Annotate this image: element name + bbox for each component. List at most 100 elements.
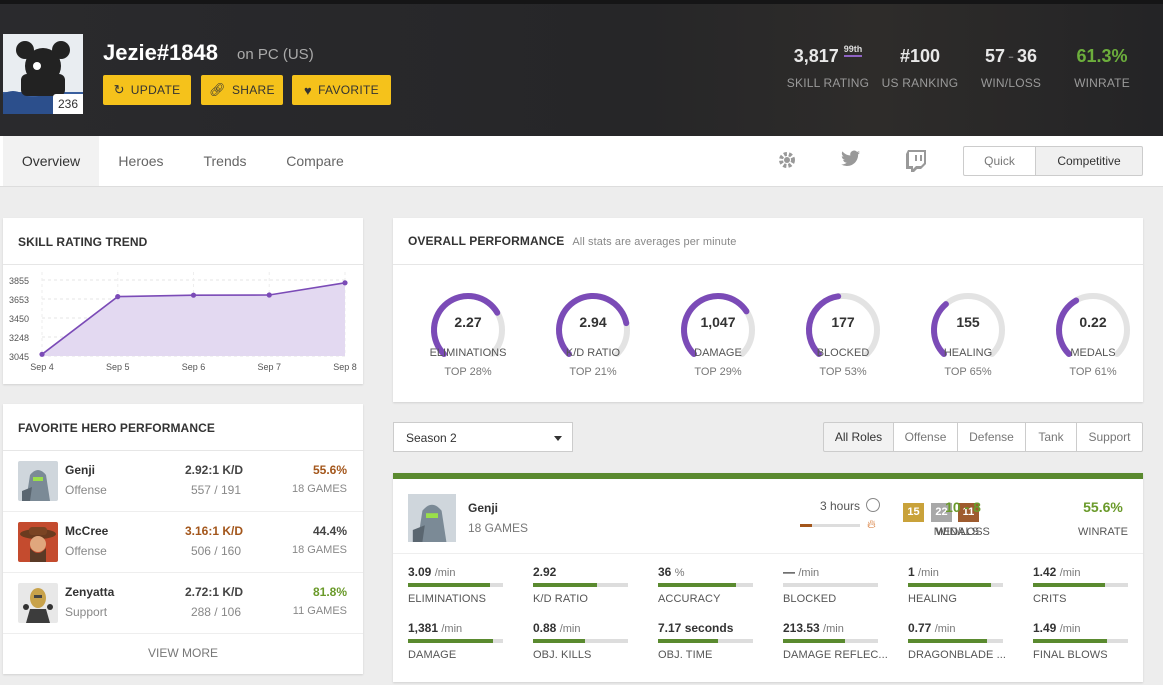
hero-detail-card: Genji 18 GAMES 3 hours 🔥︎ 15 22 11 MEDAL…: [393, 473, 1143, 682]
hero-kd: 2.72:1 K/D: [184, 585, 243, 599]
favorite-button[interactable]: ♥ FAVORITE: [292, 75, 391, 105]
gauge-rank: TOP 28%: [444, 366, 492, 378]
tab-trends[interactable]: Trends: [190, 136, 260, 186]
x-tick-label: Sep 6: [182, 362, 206, 372]
hero-name: Zenyatta: [65, 585, 115, 599]
stat-bar: [658, 639, 753, 643]
gear-icon[interactable]: [777, 150, 797, 175]
stat-value: 1.49: [1033, 621, 1057, 635]
stat-unit: /min: [1059, 623, 1081, 635]
skill-rating-chart: 3855 3653 3450 3248 3045Sep 4 Sep 5 Sep 6 Sep 7…: [9, 272, 357, 372]
card-title: OVERALL PERFORMANCE All stats are average…: [408, 234, 737, 248]
gauge-value: 0.22: [1079, 314, 1107, 330]
stat-label: OBJ. KILLS: [533, 649, 592, 661]
heart-icon: ♥: [304, 82, 313, 98]
stat-value: 1,381: [408, 621, 439, 635]
season-select[interactable]: Season 2: [393, 422, 573, 452]
winrate-stat: 61.3% WINRATE: [1074, 46, 1130, 90]
stat-unit: /min: [559, 623, 581, 635]
role-filter-all[interactable]: All Roles: [823, 422, 894, 452]
stat-bar: [533, 639, 628, 643]
stat-label: HEALING: [908, 593, 957, 605]
hero-portrait-mccree: [18, 522, 58, 562]
winloss-label: WIN/LOSS: [936, 526, 990, 538]
stat-label: K/D RATIO: [533, 593, 589, 605]
stat-accuracy: 36 % ACCURACY: [658, 565, 778, 605]
hero-portrait-genji: [408, 494, 456, 542]
stat-value: —: [783, 565, 795, 579]
stat-unit: /min: [934, 623, 956, 635]
hero-name: McCree: [65, 524, 109, 538]
role-filter-support[interactable]: Support: [1076, 422, 1143, 452]
data-point: [190, 292, 197, 298]
stat-value: 0.88: [533, 621, 557, 635]
y-tick-label: 3248: [9, 333, 29, 343]
gauge-rank: TOP 53%: [819, 366, 867, 378]
stat-obj-time: 7.17 seconds OBJ. TIME: [658, 621, 778, 661]
hero-role: Offense: [65, 483, 107, 497]
hero-kd-raw: 557 / 191: [190, 483, 241, 497]
card-subtitle: All stats are averages per minute: [572, 236, 737, 248]
tab-overview[interactable]: Overview: [3, 136, 99, 186]
list-item[interactable]: Zenyatta Support 2.72:1 K/D 288 / 106 81…: [3, 573, 363, 634]
data-point: [39, 351, 45, 357]
winrate-label: WINRATE: [1078, 526, 1128, 538]
skill-rating-stat: 3,817 99th SKILL RATING: [786, 44, 870, 90]
hero-games: 18 GAMES: [291, 483, 347, 495]
view-more-button[interactable]: VIEW MORE: [3, 646, 363, 660]
data-point: [266, 292, 272, 298]
stat-unit: /min: [798, 567, 820, 579]
share-button[interactable]: 🔗︎ SHARE: [201, 75, 283, 105]
player-avatar: 236: [3, 34, 83, 114]
hero-kd-raw: 506 / 160: [190, 544, 241, 558]
stat-value: 2.92: [533, 565, 557, 579]
stat-bar: [658, 583, 753, 587]
mode-quick[interactable]: Quick: [963, 146, 1036, 176]
stat-bar: [408, 583, 503, 587]
gauge-label: DAMAGE: [694, 347, 742, 359]
stat-bar: [1033, 639, 1128, 643]
profile-header: 236 Jezie#1848 on PC (US) ↻ UPDATE 🔗︎ SH…: [0, 0, 1163, 136]
gauge-value: 1,047: [700, 314, 736, 330]
medal-gold: 15: [903, 503, 924, 522]
twitch-icon[interactable]: [906, 150, 926, 177]
stat-damage-reflec: 213.53 /min DAMAGE REFLEC...: [783, 621, 903, 661]
stat-label: ACCURACY: [658, 593, 721, 605]
stat-bar: [783, 639, 878, 643]
y-tick-label: 3653: [9, 295, 29, 305]
tab-heroes[interactable]: Heroes: [103, 136, 179, 186]
update-button[interactable]: ↻ UPDATE: [103, 75, 191, 105]
stat-label: DRAGONBLADE ...: [908, 649, 1007, 661]
hero-role: Offense: [65, 544, 107, 558]
tab-compare[interactable]: Compare: [275, 136, 355, 186]
hero-portrait-zenyatta: [18, 583, 58, 623]
mode-competitive[interactable]: Competitive: [1035, 146, 1143, 176]
stat-value: 7.17 seconds: [658, 621, 734, 635]
role-filter-tank[interactable]: Tank: [1025, 422, 1077, 452]
stat-damage: 1,381 /min DAMAGE: [408, 621, 528, 661]
player-platform: on PC (US): [237, 46, 314, 63]
y-tick-label: 3855: [9, 276, 29, 286]
hero-portrait-genji: [18, 461, 58, 501]
hero-kd: 2.92:1 K/D: [184, 463, 243, 477]
player-name: Jezie#1848: [103, 40, 218, 65]
stat-label: DAMAGE: [408, 649, 457, 661]
hero-winrate: 81.8%: [312, 585, 347, 599]
gauge-rank: TOP 65%: [944, 366, 992, 378]
gauge-label: MEDALS: [1070, 347, 1116, 359]
list-item[interactable]: Genji Offense 2.92:1 K/D 557 / 191 55.6%…: [3, 451, 363, 512]
gauge-label: BLOCKED: [816, 347, 870, 359]
data-point: [115, 294, 121, 300]
gauge-rank: TOP 21%: [569, 366, 617, 378]
role-filter-defense[interactable]: Defense: [957, 422, 1026, 452]
stat-unit: /min: [1059, 567, 1081, 579]
hero-kd-raw: 288 / 106: [190, 605, 241, 619]
hero-kd: 3.16:1 K/D: [184, 524, 243, 538]
list-item[interactable]: McCree Offense 3.16:1 K/D 506 / 160 44.4…: [3, 512, 363, 573]
stat-label: ELIMINATIONS: [408, 593, 487, 605]
role-filter-offense[interactable]: Offense: [893, 422, 958, 452]
twitter-icon[interactable]: [841, 150, 861, 173]
hero-role: Support: [65, 605, 108, 619]
stat-bar: [408, 639, 503, 643]
stat-label: DAMAGE REFLEC...: [783, 649, 888, 661]
